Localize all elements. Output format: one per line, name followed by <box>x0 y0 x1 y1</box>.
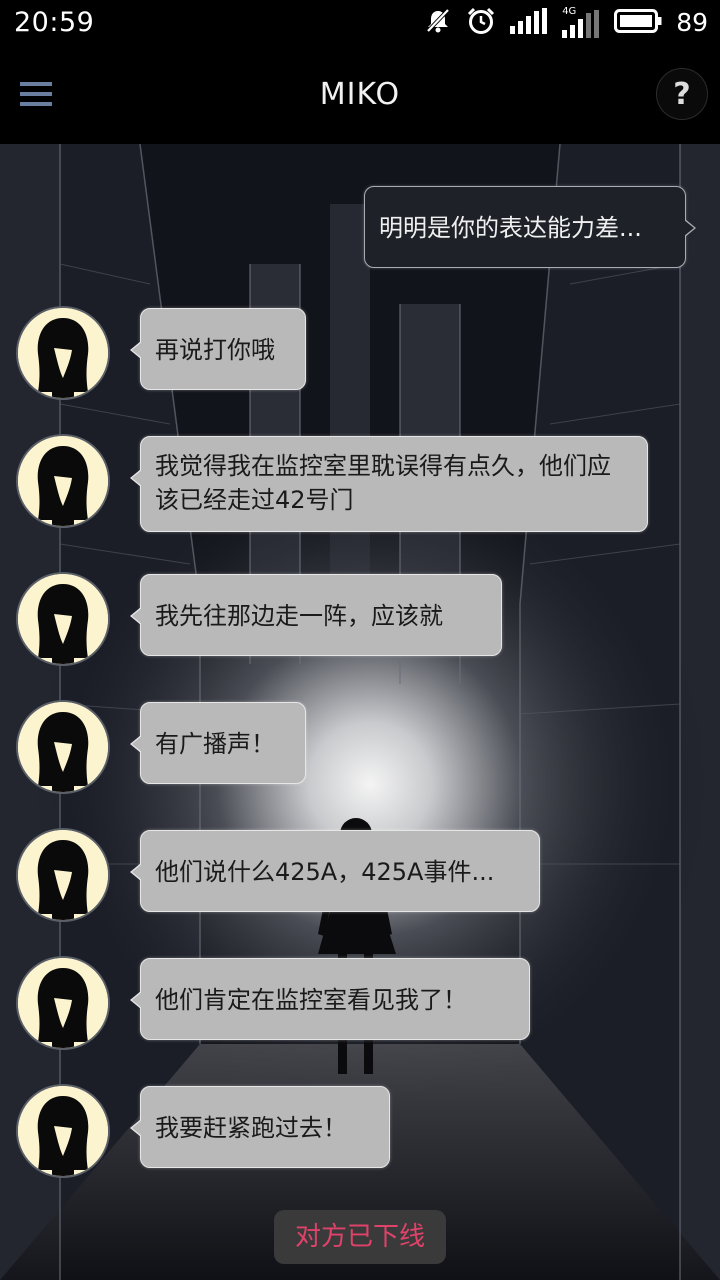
received-message-bubble[interactable]: 有广播声！ <box>130 702 306 784</box>
girl-silhouette-icon <box>18 702 108 792</box>
message-text: 再说打你哦 <box>155 336 275 364</box>
miko-avatar[interactable] <box>16 1084 110 1178</box>
chat-area[interactable]: 明明是你的表达能力差... 再说打你哦 我觉得我在监控室里耽误得有点久，他们应该… <box>0 144 720 1280</box>
miko-avatar[interactable] <box>16 956 110 1050</box>
battery-icon <box>614 8 662 38</box>
status-time: 20:59 <box>14 7 95 38</box>
received-message-bubble[interactable]: 他们说什么425A，425A事件... <box>130 830 540 912</box>
mute-icon <box>424 7 452 39</box>
message-text: 我觉得我在监控室里耽误得有点久，他们应该已经走过42号门 <box>155 452 611 514</box>
message-text: 明明是你的表达能力差... <box>379 214 642 242</box>
received-message-bubble[interactable]: 我要赶紧跑过去！ <box>130 1086 390 1168</box>
miko-avatar[interactable] <box>16 434 110 528</box>
sent-message-bubble[interactable]: 明明是你的表达能力差... <box>364 186 696 268</box>
status-icons: 4G 89 <box>424 6 708 40</box>
signal-4g-icon: 4G <box>562 6 600 38</box>
girl-silhouette-icon <box>18 436 108 526</box>
miko-avatar[interactable] <box>16 306 110 400</box>
message-text: 他们说什么425A，425A事件... <box>155 858 495 886</box>
girl-silhouette-icon <box>18 830 108 920</box>
received-message-bubble[interactable]: 我觉得我在监控室里耽误得有点久，他们应该已经走过42号门 <box>130 436 648 532</box>
girl-silhouette-icon <box>18 1086 108 1176</box>
message-text: 我要赶紧跑过去！ <box>155 1114 347 1142</box>
chat-title: MIKO <box>319 77 401 112</box>
miko-avatar[interactable] <box>16 828 110 922</box>
message-text: 有广播声！ <box>155 730 275 758</box>
battery-percent: 89 <box>676 8 708 37</box>
message-text: 我先往那边走一阵，应该就 <box>155 602 443 630</box>
help-button[interactable]: ? <box>656 68 708 120</box>
received-message-bubble[interactable]: 我先往那边走一阵，应该就 <box>130 574 502 656</box>
girl-silhouette-icon <box>18 958 108 1048</box>
help-icon: ? <box>673 76 691 112</box>
status-bar: 20:59 4G 89 <box>0 0 720 46</box>
miko-avatar[interactable] <box>16 572 110 666</box>
alarm-icon <box>466 6 496 40</box>
chat-screen: 20:59 4G 89 MIKO ? 明明是你的表达能力差... 再说打你哦 我… <box>0 0 720 1280</box>
received-message-bubble[interactable]: 他们肯定在监控室看见我了！ <box>130 958 530 1040</box>
girl-silhouette-icon <box>18 308 108 398</box>
miko-avatar[interactable] <box>16 700 110 794</box>
signal-icon <box>510 8 548 38</box>
message-text: 他们肯定在监控室看见我了！ <box>155 986 467 1014</box>
received-message-bubble[interactable]: 再说打你哦 <box>130 308 306 390</box>
offline-status-notice: 对方已下线 <box>274 1210 446 1264</box>
girl-silhouette-icon <box>18 574 108 664</box>
app-bar: MIKO ? <box>0 46 720 144</box>
